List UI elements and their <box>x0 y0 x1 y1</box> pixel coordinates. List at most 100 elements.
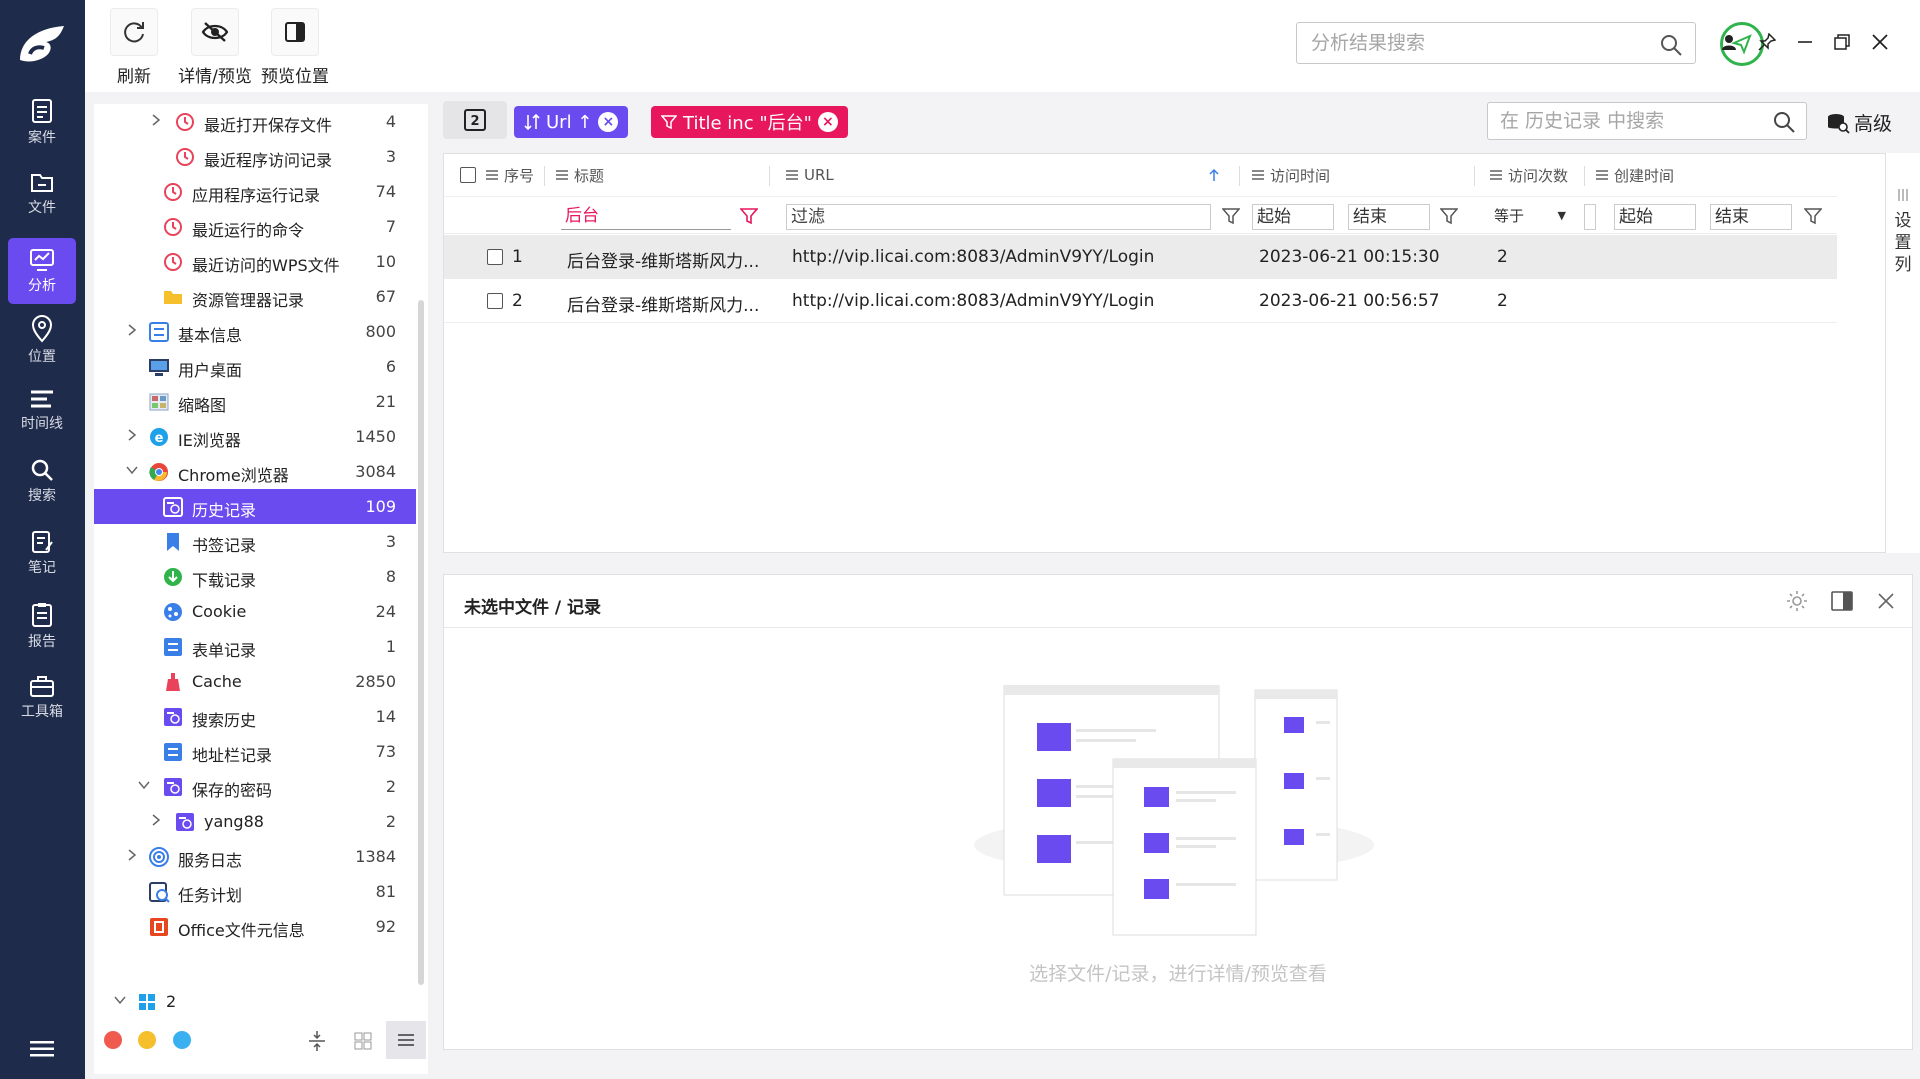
chevron-right-icon[interactable] <box>124 847 140 863</box>
tree-item[interactable]: 表单记录 1 <box>94 629 416 664</box>
rail-item-location[interactable]: 位置 <box>8 305 76 371</box>
tree-item[interactable]: 最近运行的命令 7 <box>94 209 416 244</box>
tree-item[interactable]: 最近程序访问记录 3 <box>94 139 416 174</box>
history-search-input[interactable] <box>1488 103 1758 139</box>
close-icon[interactable] <box>1868 30 1892 54</box>
tree-item[interactable]: 用户桌面 6 <box>94 349 416 384</box>
user-icon[interactable] <box>1717 30 1741 54</box>
tree-count: 109 <box>365 497 396 516</box>
tree-item[interactable]: 缩略图 21 <box>94 384 416 419</box>
advanced-search-button[interactable]: 高级 <box>1826 109 1892 136</box>
rail-item-case[interactable]: 案件 <box>8 88 76 154</box>
row-checkbox[interactable] <box>487 249 503 265</box>
title-filter-input[interactable]: 后台 <box>561 204 731 230</box>
red-dot[interactable] <box>104 1031 122 1049</box>
chevron-right-icon[interactable] <box>124 427 140 443</box>
chevron-down-icon[interactable] <box>124 462 140 478</box>
column-header-visit-time[interactable]: 访问时间 <box>1252 154 1330 196</box>
filter-icon[interactable] <box>1222 207 1240 225</box>
row-checkbox[interactable] <box>487 293 503 309</box>
rail-item-toolbox[interactable]: 工具箱 <box>8 664 76 730</box>
view-toggle-button[interactable]: 2 <box>443 101 507 139</box>
tree-item-history-selected[interactable]: 历史记录 109 <box>94 489 416 524</box>
visit-end-input[interactable]: 结束 <box>1348 204 1430 230</box>
chevron-right-icon[interactable] <box>148 112 164 128</box>
tree-item[interactable]: 服务日志 1384 <box>94 839 416 874</box>
list-view-icon[interactable] <box>386 1021 426 1059</box>
rail-item-report[interactable]: 报告 <box>8 592 76 658</box>
table-row[interactable]: 2 后台登录-维斯塔斯风力... http://vip.licai.com:80… <box>444 279 1837 323</box>
chevron-down-icon[interactable] <box>112 992 128 1008</box>
analysis-search-input[interactable] <box>1297 23 1637 63</box>
tree-item[interactable]: 地址栏记录 73 <box>94 734 416 769</box>
tree-scrollbar[interactable] <box>418 300 424 985</box>
search-icon[interactable] <box>1659 33 1683 57</box>
blue-dot[interactable] <box>173 1031 191 1049</box>
close-icon[interactable] <box>1874 589 1898 613</box>
tree-label: 最近程序访问记录 <box>204 151 333 170</box>
tree-item[interactable]: 搜索历史 14 <box>94 699 416 734</box>
filter-chip[interactable]: Title inc "后台" × <box>651 106 848 138</box>
filter-icon[interactable] <box>1804 207 1822 225</box>
tree-item[interactable]: 任务计划 81 <box>94 874 416 909</box>
tree-item[interactable]: e IE浏览器 1450 <box>94 419 416 454</box>
remove-sort-icon[interactable]: × <box>598 112 619 132</box>
tree-root[interactable]: 2 <box>94 984 416 1019</box>
rail-item-timeline[interactable]: 时间线 <box>8 378 76 444</box>
chevron-right-icon[interactable] <box>124 322 140 338</box>
create-end-input[interactable]: 结束 <box>1710 204 1792 230</box>
rail-item-files[interactable]: 文件 <box>8 160 76 226</box>
filter-active-icon[interactable] <box>740 207 758 225</box>
chevron-right-icon[interactable] <box>148 812 164 828</box>
tree-item[interactable]: 下载记录 8 <box>94 559 416 594</box>
tree-label: 历史记录 <box>192 501 257 520</box>
tree-item[interactable]: yang88 2 <box>94 804 416 839</box>
tree-item[interactable]: Cookie 24 <box>94 594 416 629</box>
column-header-url[interactable]: URL <box>786 154 834 196</box>
detail-preview-button[interactable]: 详情/预览 <box>175 8 255 87</box>
rail-item-analysis[interactable]: 分析 <box>8 238 76 304</box>
tree-item[interactable]: 应用程序运行记录 74 <box>94 174 416 209</box>
table-row[interactable]: 1 后台登录-维斯塔斯风力... http://vip.licai.com:80… <box>444 235 1837 279</box>
gear-icon[interactable] <box>1785 589 1809 613</box>
rail-item-search[interactable]: 搜索 <box>8 448 76 514</box>
select-all-checkbox[interactable] <box>460 167 476 183</box>
visit-start-input[interactable]: 起始 <box>1252 204 1334 230</box>
remove-filter-icon[interactable]: × <box>817 112 838 132</box>
tree-item[interactable]: 书签记录 3 <box>94 524 416 559</box>
sort-asc-icon[interactable] <box>1208 168 1220 182</box>
sort-chip[interactable]: Url ↑ × <box>514 106 629 138</box>
collapse-icon[interactable] <box>302 1026 332 1056</box>
tree-item[interactable]: 资源管理器记录 67 <box>94 279 416 314</box>
create-start-input[interactable]: 起始 <box>1614 204 1696 230</box>
tree-item[interactable]: Office文件元信息 92 <box>94 909 416 944</box>
count-value-input[interactable] <box>1584 204 1596 230</box>
split-panel-icon[interactable] <box>1830 589 1854 613</box>
column-header-title[interactable]: 标题 <box>556 154 604 196</box>
preview-position-button[interactable]: 预览位置 <box>255 8 335 87</box>
tree-item[interactable]: 最近访问的WPS文件 10 <box>94 244 416 279</box>
restore-icon[interactable] <box>1830 30 1854 54</box>
rail-item-notes[interactable]: 笔记 <box>8 520 76 586</box>
column-settings-button[interactable]: 设置列 <box>1885 153 1920 553</box>
pin-icon[interactable] <box>1755 30 1779 54</box>
column-header-create-time[interactable]: 创建时间 <box>1596 154 1674 196</box>
grid-view-icon[interactable] <box>348 1026 378 1056</box>
minimize-icon[interactable] <box>1793 30 1817 54</box>
search-icon[interactable] <box>1772 110 1796 134</box>
tree-item[interactable]: Cache 2850 <box>94 664 416 699</box>
column-header-visit-count[interactable]: 访问次数 <box>1490 154 1568 196</box>
count-operator-select[interactable]: 等于 ▼ <box>1490 204 1570 230</box>
yellow-dot[interactable] <box>138 1031 156 1049</box>
tree-item[interactable]: 最近打开保存文件 4 <box>94 104 416 139</box>
chevron-down-icon[interactable] <box>136 777 152 793</box>
column-header-index[interactable]: 序号 <box>486 154 534 196</box>
tree-item[interactable]: Chrome浏览器 3084 <box>94 454 416 489</box>
filter-icon[interactable] <box>1440 207 1458 225</box>
refresh-button[interactable]: 刷新 <box>110 8 158 87</box>
tree-count: 3 <box>385 532 396 551</box>
tree-item[interactable]: 基本信息 800 <box>94 314 416 349</box>
url-filter-input[interactable]: 过滤 <box>786 204 1211 230</box>
tree-item[interactable]: 保存的密码 2 <box>94 769 416 804</box>
menu-icon[interactable] <box>30 1040 54 1058</box>
